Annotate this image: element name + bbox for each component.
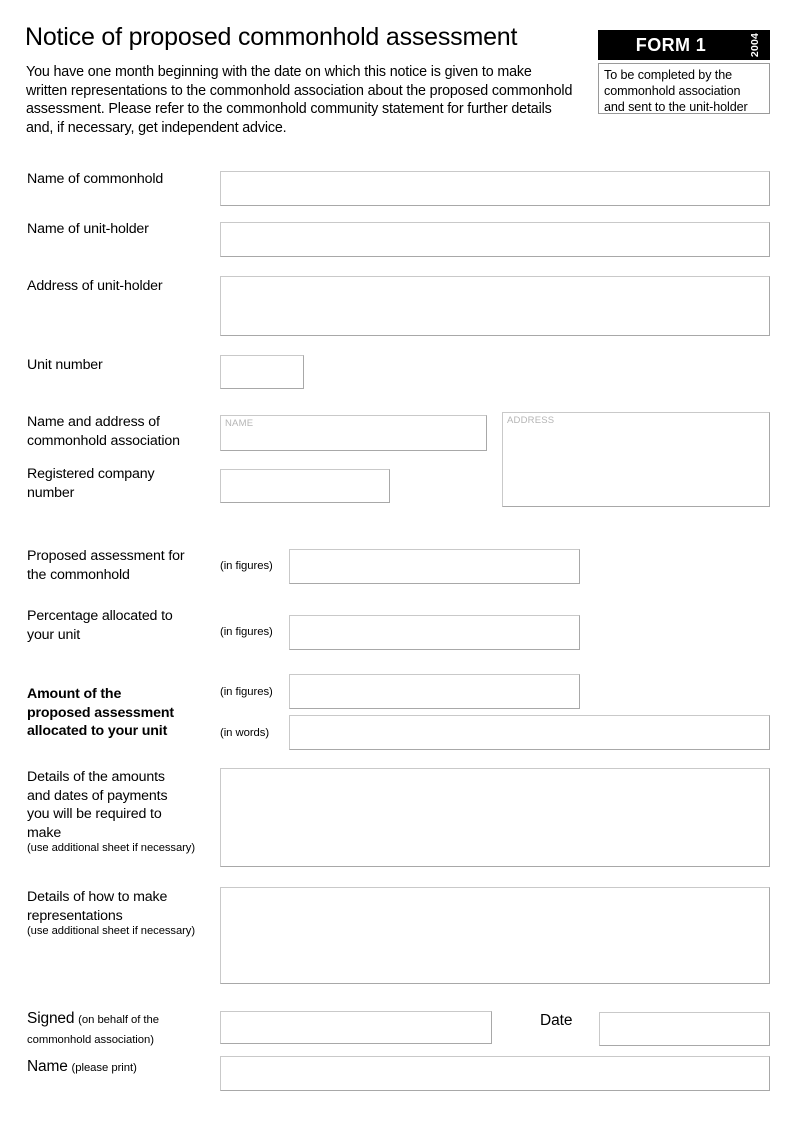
input-name-of-commonhold[interactable] bbox=[220, 171, 770, 206]
box-bevel bbox=[221, 1057, 769, 1090]
note-amount-allocated-in-words: (in words) bbox=[220, 727, 270, 739]
box-bevel bbox=[221, 888, 769, 983]
label-unit-number: Unit number bbox=[27, 357, 103, 373]
page-title: Notice of proposed commonhold assessment bbox=[25, 23, 518, 51]
label-association-name-address: Name and address of commonhold associati… bbox=[27, 413, 222, 450]
label-line-4: make bbox=[27, 824, 62, 841]
input-unit-number[interactable] bbox=[220, 355, 304, 389]
label-line-1: Registered company bbox=[27, 466, 155, 482]
box-bevel bbox=[221, 1012, 491, 1043]
input-association-address[interactable]: ADDRESS bbox=[502, 412, 770, 507]
input-registered-company-number[interactable] bbox=[220, 469, 390, 503]
label-line-2: representations bbox=[27, 907, 123, 924]
label-line-2: proposed assessment bbox=[27, 704, 174, 721]
label-line-2: your unit bbox=[27, 626, 81, 643]
intro-paragraph: You have one month beginning with the da… bbox=[26, 64, 573, 136]
label-signed-note-1: (on behalf of the bbox=[78, 1014, 159, 1026]
label-name-print: Name (please print) bbox=[27, 1058, 222, 1078]
label-signed-word: Signed bbox=[27, 1010, 75, 1027]
label-name-of-commonhold: Name of commonhold bbox=[27, 171, 164, 187]
label-line-2: number bbox=[27, 484, 75, 501]
label-proposed-assessment: Proposed assessment for the commonhold bbox=[27, 547, 212, 584]
label-date: Date bbox=[540, 1012, 573, 1029]
input-name-print[interactable] bbox=[220, 1056, 770, 1091]
input-date[interactable] bbox=[599, 1012, 770, 1046]
input-representations-details[interactable] bbox=[220, 887, 770, 984]
label-sub-note: (use additional sheet if necessary) bbox=[27, 842, 196, 854]
label-signed-note-2: commonhold association) bbox=[27, 1033, 154, 1046]
label-line-2: the commonhold bbox=[27, 566, 130, 583]
label-line-2: commonhold association bbox=[27, 432, 180, 449]
association-address-placeholder: ADDRESS bbox=[507, 415, 555, 426]
label-line-1: Details of the amounts bbox=[27, 769, 165, 785]
note-amount-allocated-in-figures: (in figures) bbox=[220, 686, 273, 698]
note-percentage-allocated-in-figures: (in figures) bbox=[220, 626, 273, 638]
box-bevel bbox=[221, 277, 769, 335]
note-proposed-assessment-in-figures: (in figures) bbox=[220, 560, 273, 572]
label-registered-company-number: Registered company number bbox=[27, 465, 222, 502]
association-name-placeholder: NAME bbox=[225, 418, 254, 429]
label-line-1: Percentage allocated to bbox=[27, 608, 173, 624]
input-association-name[interactable]: NAME bbox=[220, 415, 487, 451]
input-address-of-unit-holder[interactable] bbox=[220, 276, 770, 336]
label-line-3: allocated to your unit bbox=[27, 723, 168, 739]
box-bevel bbox=[503, 413, 769, 506]
label-percentage-allocated: Percentage allocated to your unit bbox=[27, 607, 212, 644]
box-bevel bbox=[221, 470, 389, 502]
input-payment-details[interactable] bbox=[220, 768, 770, 867]
form-page: Notice of proposed commonhold assessment… bbox=[0, 0, 800, 1133]
completion-instruction-note: To be completed by the commonhold associ… bbox=[598, 63, 770, 114]
label-representations-details: Details of how to make representations (… bbox=[27, 888, 222, 939]
box-bevel bbox=[221, 356, 303, 388]
input-name-of-unit-holder[interactable] bbox=[220, 222, 770, 257]
label-line-3: you will be required to bbox=[27, 806, 162, 822]
label-name-of-unit-holder: Name of unit-holder bbox=[27, 221, 149, 237]
label-payment-details: Details of the amounts and dates of paym… bbox=[27, 768, 222, 856]
form-number-badge: FORM 1 2004 bbox=[598, 30, 770, 60]
label-signed: Signed (on behalf of the commonhold asso… bbox=[27, 1010, 217, 1049]
input-amount-allocated-figures[interactable] bbox=[289, 674, 580, 709]
box-bevel bbox=[290, 550, 579, 583]
form-year-label: 2004 bbox=[748, 32, 761, 58]
input-proposed-assessment-figures[interactable] bbox=[289, 549, 580, 584]
box-bevel bbox=[290, 675, 579, 708]
form-number-label: FORM 1 bbox=[635, 34, 707, 55]
input-percentage-allocated-figures[interactable] bbox=[289, 615, 580, 650]
input-amount-allocated-words[interactable] bbox=[289, 715, 770, 750]
label-line-1: Proposed assessment for bbox=[27, 548, 185, 564]
input-signed[interactable] bbox=[220, 1011, 492, 1044]
label-line-1: Name and address of bbox=[27, 414, 160, 430]
label-address-of-unit-holder: Address of unit-holder bbox=[27, 278, 163, 294]
label-amount-allocated: Amount of the proposed assessment alloca… bbox=[27, 685, 222, 741]
label-line-2: and dates of payments bbox=[27, 787, 168, 804]
box-bevel bbox=[221, 769, 769, 866]
box-bevel bbox=[600, 1013, 769, 1045]
label-line-1: Details of how to make bbox=[27, 889, 168, 905]
label-name-note: (please print) bbox=[71, 1062, 137, 1074]
box-bevel bbox=[221, 416, 486, 450]
box-bevel bbox=[290, 616, 579, 649]
box-bevel bbox=[290, 716, 769, 749]
label-sub-note: (use additional sheet if necessary) bbox=[27, 925, 196, 937]
label-line-1: Amount of the bbox=[27, 686, 122, 702]
label-name-word: Name bbox=[27, 1058, 68, 1075]
box-bevel bbox=[221, 223, 769, 256]
box-bevel bbox=[221, 172, 769, 205]
